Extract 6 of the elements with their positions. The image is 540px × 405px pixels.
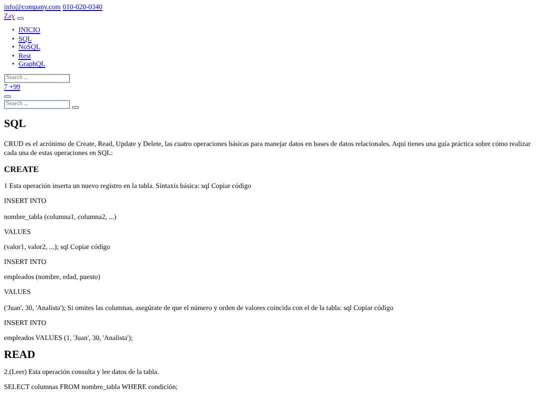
toggle-button[interactable] (4, 94, 11, 98)
section-heading: READ (4, 349, 36, 362)
page-title: SQL (4, 118, 28, 131)
menu-button[interactable] (16, 17, 24, 20)
search-button[interactable] (72, 106, 79, 109)
section-heading: CREATE (4, 164, 40, 176)
